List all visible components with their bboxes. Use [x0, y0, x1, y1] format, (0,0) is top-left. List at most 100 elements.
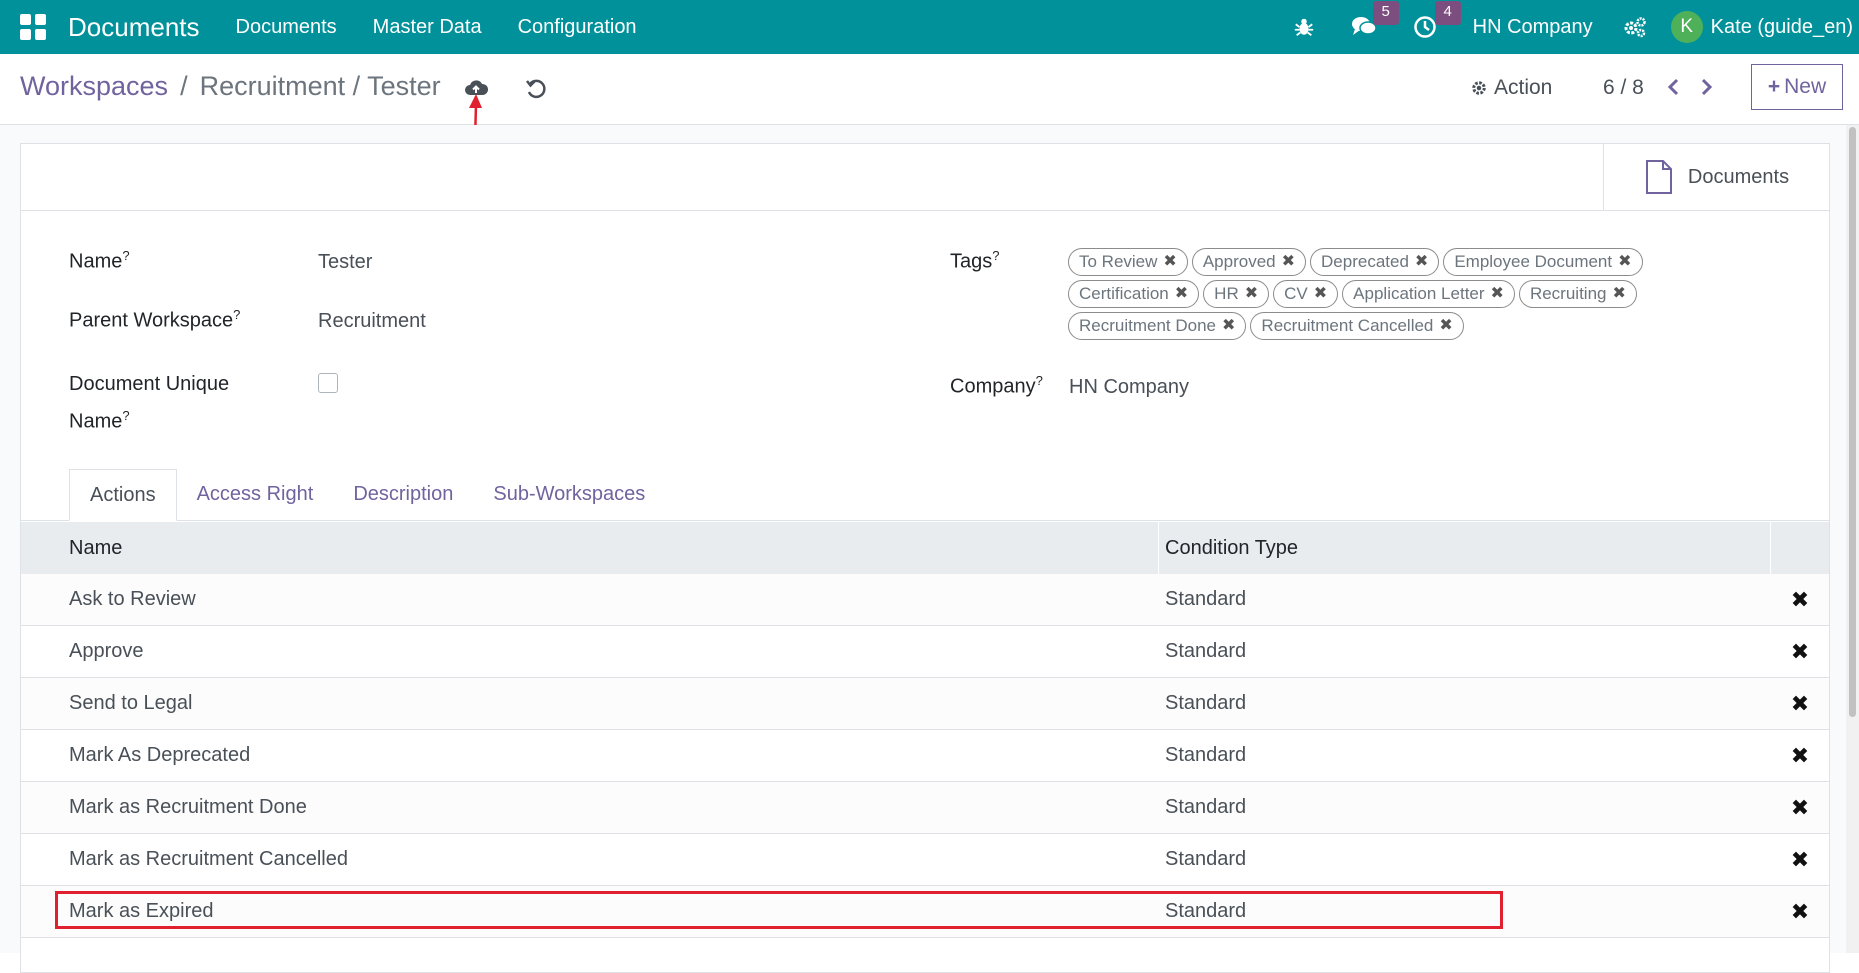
table-row[interactable]: Approve Standard ✖: [21, 626, 1829, 678]
delete-row-icon[interactable]: ✖: [1771, 574, 1829, 625]
remove-tag-icon[interactable]: ✖: [1282, 248, 1295, 276]
table-row[interactable]: Mark as Recruitment Cancelled Standard ✖: [21, 834, 1829, 886]
company-label: Company?: [950, 373, 1043, 398]
pager-value[interactable]: 6 / 8: [1603, 76, 1644, 100]
remove-tag-icon[interactable]: ✖: [1613, 280, 1626, 308]
user-avatar[interactable]: K: [1670, 11, 1703, 43]
column-header-condition-type[interactable]: Condition Type: [1159, 522, 1771, 574]
table-row[interactable]: Mark As Deprecated Standard ✖: [21, 730, 1829, 782]
debug-bug-icon[interactable]: [1293, 16, 1315, 38]
document-unique-name-label: Document Unique Name?: [69, 373, 230, 433]
tab-access-right[interactable]: Access Right: [177, 469, 334, 521]
pager-next-chevron-icon[interactable]: [1700, 78, 1714, 101]
menu-master-data[interactable]: Master Data: [373, 16, 482, 39]
gear-icon: [1472, 81, 1486, 95]
parent-workspace-value[interactable]: Recruitment: [318, 310, 426, 333]
breadcrumb-workspaces-link[interactable]: Workspaces: [20, 71, 168, 102]
new-button[interactable]: + New: [1751, 64, 1843, 110]
tag-chip: Employee Document ✖: [1443, 248, 1643, 276]
table-row[interactable]: Mark as Recruitment Done Standard ✖: [21, 782, 1829, 834]
control-panel: Workspaces / Recruitment / Tester Action…: [0, 54, 1859, 125]
remove-tag-icon[interactable]: ✖: [1245, 280, 1258, 308]
tag-chip: Recruiting ✖: [1518, 280, 1637, 308]
app-title[interactable]: Documents: [68, 12, 200, 43]
tags-field[interactable]: To Review ✖ Approved ✖ Deprecated ✖ Employe…: [1068, 248, 1708, 340]
condition-type-cell[interactable]: Standard: [1159, 626, 1771, 677]
document-unique-name-checkbox[interactable]: [318, 373, 338, 393]
delete-row-icon[interactable]: ✖: [1771, 678, 1829, 729]
condition-type-cell[interactable]: Standard: [1159, 834, 1771, 885]
tag-chip: Application Letter ✖: [1342, 280, 1515, 308]
company-value[interactable]: HN Company: [1069, 376, 1189, 399]
condition-type-cell[interactable]: Standard: [1159, 678, 1771, 729]
tags-label: Tags?: [950, 248, 1000, 273]
remove-tag-icon[interactable]: ✖: [1175, 280, 1188, 308]
action-name-cell[interactable]: Mark as Recruitment Done: [21, 782, 1159, 833]
name-value[interactable]: Tester: [318, 251, 372, 274]
documents-smart-button[interactable]: Documents: [1603, 144, 1829, 210]
table-header: Name Condition Type: [21, 522, 1829, 574]
discard-undo-icon[interactable]: [525, 78, 547, 105]
breadcrumb: Workspaces / Recruitment / Tester: [20, 71, 441, 102]
action-name-cell[interactable]: Mark As Deprecated: [21, 730, 1159, 781]
delete-row-icon[interactable]: ✖: [1771, 834, 1829, 885]
remove-tag-icon[interactable]: ✖: [1439, 312, 1452, 340]
scrollbar-thumb[interactable]: [1849, 127, 1856, 717]
tab-sub-workspaces[interactable]: Sub-Workspaces: [473, 469, 665, 521]
documents-smart-label: Documents: [1687, 165, 1790, 188]
settings-gears-icon[interactable]: [1623, 16, 1647, 38]
remove-tag-icon[interactable]: ✖: [1618, 248, 1631, 276]
action-label: Action: [1494, 76, 1553, 99]
messages-count-badge: 5: [1372, 1, 1399, 25]
delete-row-icon[interactable]: ✖: [1771, 730, 1829, 781]
actions-table: Name Condition Type Ask to Review Standa…: [21, 522, 1829, 938]
remove-tag-icon[interactable]: ✖: [1222, 312, 1235, 340]
condition-type-cell[interactable]: Standard: [1159, 574, 1771, 625]
apps-menu-icon[interactable]: [20, 14, 46, 40]
action-name-cell[interactable]: Approve: [21, 626, 1159, 677]
tag-chip: Recruitment Done ✖: [1068, 312, 1247, 340]
activities-clock-icon[interactable]: 4: [1413, 1, 1461, 39]
top-navbar: Documents Documents Master Data Configur…: [0, 0, 1859, 54]
page-scrollbar[interactable]: [1846, 125, 1859, 953]
menu-documents[interactable]: Documents: [236, 16, 337, 39]
user-menu[interactable]: Kate (guide_en): [1711, 16, 1853, 39]
menu-configuration[interactable]: Configuration: [518, 16, 637, 39]
delete-row-icon[interactable]: ✖: [1771, 886, 1829, 937]
tag-chip: To Review ✖: [1068, 248, 1188, 276]
remove-tag-icon[interactable]: ✖: [1163, 248, 1176, 276]
remove-tag-icon[interactable]: ✖: [1314, 280, 1327, 308]
condition-type-cell[interactable]: Standard: [1159, 730, 1771, 781]
breadcrumb-separator: /: [180, 71, 188, 101]
table-row[interactable]: Ask to Review Standard ✖: [21, 574, 1829, 626]
action-name-cell[interactable]: Send to Legal: [21, 678, 1159, 729]
column-header-delete: [1771, 522, 1829, 574]
action-name-cell[interactable]: Ask to Review: [21, 574, 1159, 625]
remove-tag-icon[interactable]: ✖: [1415, 248, 1428, 276]
action-menu-button[interactable]: Action: [1470, 76, 1552, 100]
tab-description[interactable]: Description: [333, 469, 473, 521]
tag-chip: HR ✖: [1203, 280, 1270, 308]
file-icon: [1645, 160, 1672, 194]
messages-chat-icon[interactable]: 5: [1351, 1, 1399, 39]
tag-chip: Recruitment Cancelled ✖: [1250, 312, 1464, 340]
column-header-name[interactable]: Name: [21, 522, 1159, 574]
delete-row-icon[interactable]: ✖: [1771, 626, 1829, 677]
condition-type-cell[interactable]: Standard: [1159, 782, 1771, 833]
activities-count-badge: 4: [1434, 1, 1461, 25]
parent-workspace-label: Parent Workspace?: [69, 307, 241, 332]
tag-chip: Deprecated ✖: [1310, 248, 1440, 276]
pager-previous-chevron-icon[interactable]: [1666, 78, 1680, 101]
action-name-cell[interactable]: Mark as Recruitment Cancelled: [21, 834, 1159, 885]
tag-chip: Certification ✖: [1068, 280, 1200, 308]
name-label: Name?: [69, 248, 130, 273]
breadcrumb-current: Recruitment / Tester: [199, 71, 441, 101]
remove-tag-icon[interactable]: ✖: [1491, 280, 1504, 308]
notebook-tabs: Actions Access Right Description Sub-Wor…: [69, 469, 665, 521]
new-label: New: [1784, 75, 1827, 98]
table-row[interactable]: Send to Legal Standard ✖: [21, 678, 1829, 730]
delete-row-icon[interactable]: ✖: [1771, 782, 1829, 833]
tab-actions[interactable]: Actions: [69, 469, 177, 521]
company-switcher[interactable]: HN Company: [1473, 16, 1593, 39]
tag-chip: CV ✖: [1273, 280, 1339, 308]
